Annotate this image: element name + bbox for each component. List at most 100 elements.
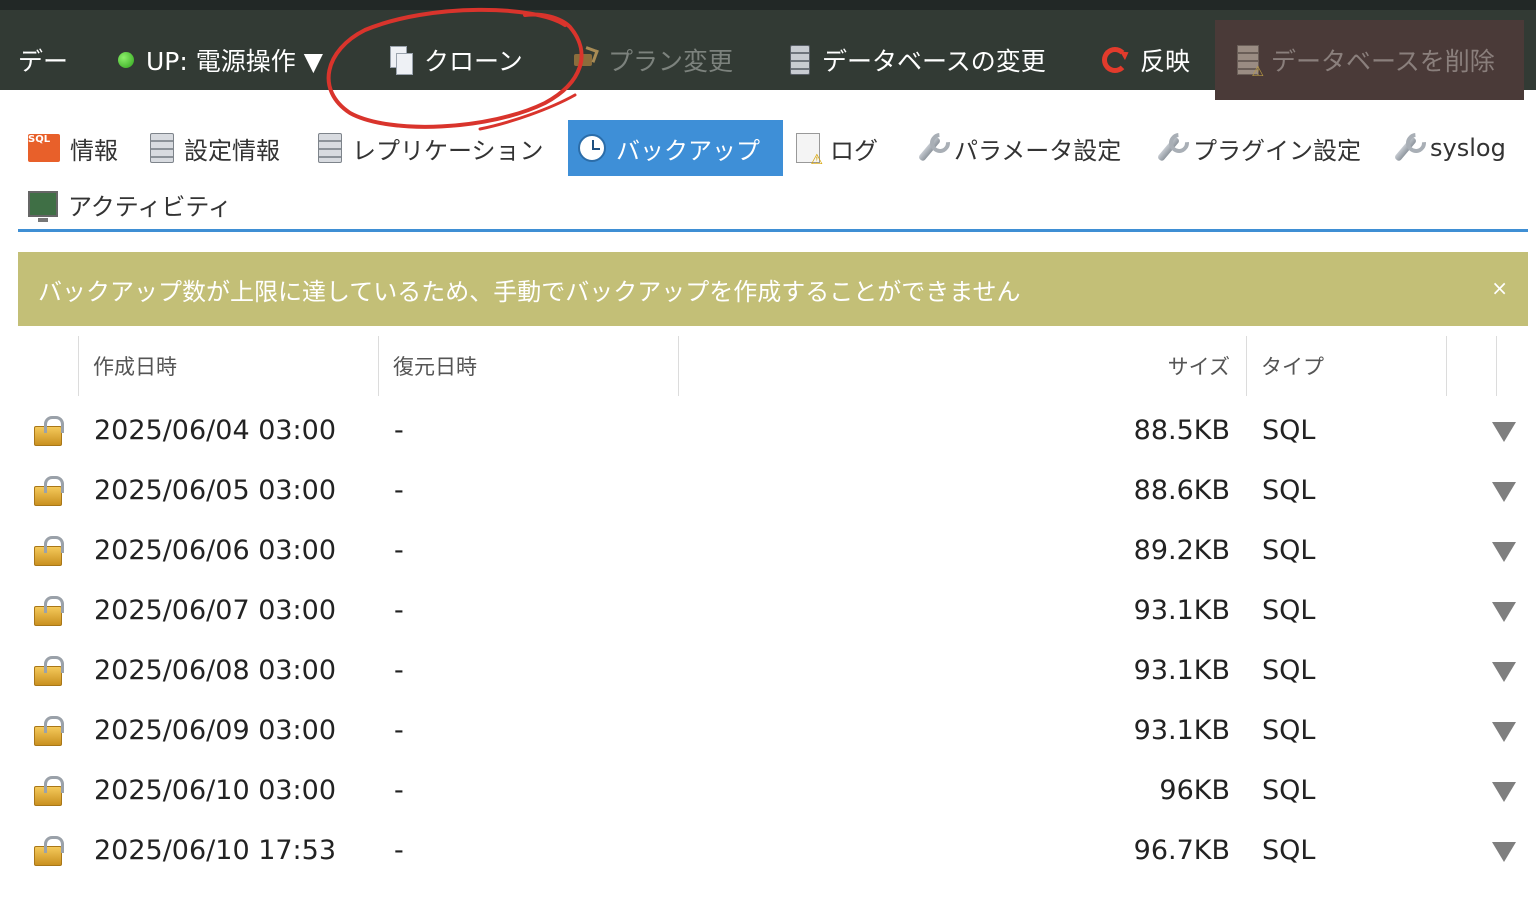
tab-plugins[interactable]: プラグイン設定 xyxy=(1143,120,1371,176)
unlocked-padlock-icon[interactable] xyxy=(34,716,64,746)
database-icon xyxy=(318,133,342,163)
tab-backup-label: バックアップ xyxy=(616,136,760,165)
tab-backup[interactable]: バックアップ xyxy=(568,120,783,176)
unlocked-padlock-icon[interactable] xyxy=(34,596,64,626)
unlocked-padlock-icon[interactable] xyxy=(34,536,64,566)
column-created[interactable]: 作成日時 xyxy=(78,336,378,396)
restored-cell: - xyxy=(394,774,404,806)
size-cell: 89.2KB xyxy=(1133,534,1230,566)
triangle-down-icon[interactable] xyxy=(1492,782,1516,802)
clone-button[interactable]: クローン xyxy=(390,20,523,100)
type-cell: SQL xyxy=(1262,774,1316,806)
refresh-icon xyxy=(1102,47,1128,73)
truncated-menu-item[interactable]: デー xyxy=(18,20,68,100)
column-created-label: 作成日時 xyxy=(93,355,177,379)
restored-cell: - xyxy=(394,414,404,446)
unlocked-padlock-icon[interactable] xyxy=(34,836,64,866)
size-cell: 96KB xyxy=(1159,774,1230,806)
type-cell: SQL xyxy=(1262,594,1316,626)
database-delete-icon xyxy=(1237,45,1264,80)
copy-icon xyxy=(390,46,413,75)
plan-change-button[interactable]: プラン変更 xyxy=(572,20,733,100)
size-cell: 96.7KB xyxy=(1133,834,1230,866)
triangle-down-icon[interactable] xyxy=(1492,842,1516,862)
unlocked-padlock-icon[interactable] xyxy=(34,476,64,506)
tab-replication[interactable]: レプリケーション xyxy=(308,120,554,176)
plan-change-icon xyxy=(572,48,596,72)
restored-cell: - xyxy=(394,834,404,866)
table-row: 2025/06/08 03:00 - 93.1KB SQL xyxy=(18,640,1528,700)
triangle-down-icon[interactable] xyxy=(1492,602,1516,622)
log-warning-icon xyxy=(796,133,823,168)
table-row: 2025/06/09 03:00 - 93.1KB SQL xyxy=(18,700,1528,760)
created-cell: 2025/06/08 03:00 xyxy=(94,654,337,686)
type-cell: SQL xyxy=(1262,474,1316,506)
size-cell: 93.1KB xyxy=(1133,594,1230,626)
apply-button[interactable]: 反映 xyxy=(1102,20,1190,100)
top-toolbar: デー UP: 電源操作 ▼ クローン プラン変更 データベースの変更 反映 デー… xyxy=(0,0,1536,100)
type-cell: SQL xyxy=(1262,414,1316,446)
tab-replication-label: レプリケーション xyxy=(352,136,544,165)
table-row: 2025/06/05 03:00 - 88.6KB SQL xyxy=(18,460,1528,520)
wrench-icon xyxy=(1153,133,1183,163)
type-cell: SQL xyxy=(1262,834,1316,866)
restored-cell: - xyxy=(394,654,404,686)
delete-database-button[interactable]: データベースを削除 xyxy=(1215,20,1524,100)
plan-change-label: プラン変更 xyxy=(608,47,734,76)
column-type[interactable]: タイプ xyxy=(1246,336,1446,396)
created-cell: 2025/06/05 03:00 xyxy=(94,474,337,506)
triangle-down-icon[interactable] xyxy=(1492,722,1516,742)
column-menu xyxy=(1496,336,1528,396)
unlocked-padlock-icon[interactable] xyxy=(34,776,64,806)
unlocked-padlock-icon[interactable] xyxy=(34,656,64,686)
database-change-label: データベースの変更 xyxy=(822,47,1046,76)
type-cell: SQL xyxy=(1262,654,1316,686)
table-row: 2025/06/10 03:00 - 96KB SQL xyxy=(18,760,1528,820)
alert-message: バックアップ数が上限に達しているため、手動でバックアップを作成することができませ… xyxy=(38,277,1021,306)
tab-log[interactable]: ログ xyxy=(786,120,888,176)
created-cell: 2025/06/06 03:00 xyxy=(94,534,337,566)
type-cell: SQL xyxy=(1262,534,1316,566)
power-operation-menu[interactable]: UP: 電源操作 ▼ xyxy=(118,20,323,100)
created-cell: 2025/06/10 03:00 xyxy=(94,774,337,806)
close-icon[interactable]: × xyxy=(1491,276,1508,300)
type-cell: SQL xyxy=(1262,714,1316,746)
size-cell: 88.6KB xyxy=(1133,474,1230,506)
column-size-label: サイズ xyxy=(1167,355,1230,379)
power-operation-label: UP: 電源操作 ▼ xyxy=(146,47,323,76)
table-row: 2025/06/04 03:00 - 88.5KB SQL xyxy=(18,400,1528,460)
monitor-icon xyxy=(28,191,58,222)
tab-info[interactable]: SQL 情報 xyxy=(18,120,128,176)
column-restored-label: 復元日時 xyxy=(393,355,477,379)
backup-table-header: 作成日時 復元日時 サイズ タイプ xyxy=(18,336,1528,396)
clock-icon xyxy=(578,134,606,162)
restored-cell: - xyxy=(394,714,404,746)
apply-label: 反映 xyxy=(1140,47,1191,76)
clone-label: クローン xyxy=(424,47,523,76)
column-size[interactable]: サイズ xyxy=(678,336,1246,396)
created-cell: 2025/06/10 17:53 xyxy=(94,834,337,866)
tab-syslog[interactable]: syslog xyxy=(1380,120,1516,176)
tab-activity[interactable]: アクティビティ xyxy=(18,176,242,232)
unlocked-padlock-icon[interactable] xyxy=(34,416,64,446)
table-row: 2025/06/10 17:53 - 96.7KB SQL xyxy=(18,820,1528,880)
triangle-down-icon[interactable] xyxy=(1492,542,1516,562)
database-change-button[interactable]: データベースの変更 xyxy=(790,20,1046,100)
tab-settings[interactable]: 設定情報 xyxy=(140,120,290,176)
sql-icon: SQL xyxy=(28,134,60,162)
tab-plugins-label: プラグイン設定 xyxy=(1193,136,1361,165)
created-cell: 2025/06/09 03:00 xyxy=(94,714,337,746)
backup-limit-alert: バックアップ数が上限に達しているため、手動でバックアップを作成することができませ… xyxy=(18,252,1528,326)
triangle-down-icon[interactable] xyxy=(1492,662,1516,682)
tab-parameters[interactable]: パラメータ設定 xyxy=(904,120,1131,176)
column-restored[interactable]: 復元日時 xyxy=(378,336,678,396)
triangle-down-icon[interactable] xyxy=(1492,482,1516,502)
size-cell: 88.5KB xyxy=(1133,414,1230,446)
wrench-icon xyxy=(1390,133,1420,163)
column-type-label: タイプ xyxy=(1261,355,1324,379)
restored-cell: - xyxy=(394,474,404,506)
triangle-down-icon[interactable] xyxy=(1492,422,1516,442)
created-cell: 2025/06/04 03:00 xyxy=(94,414,337,446)
database-icon xyxy=(790,45,810,75)
restored-cell: - xyxy=(394,594,404,626)
